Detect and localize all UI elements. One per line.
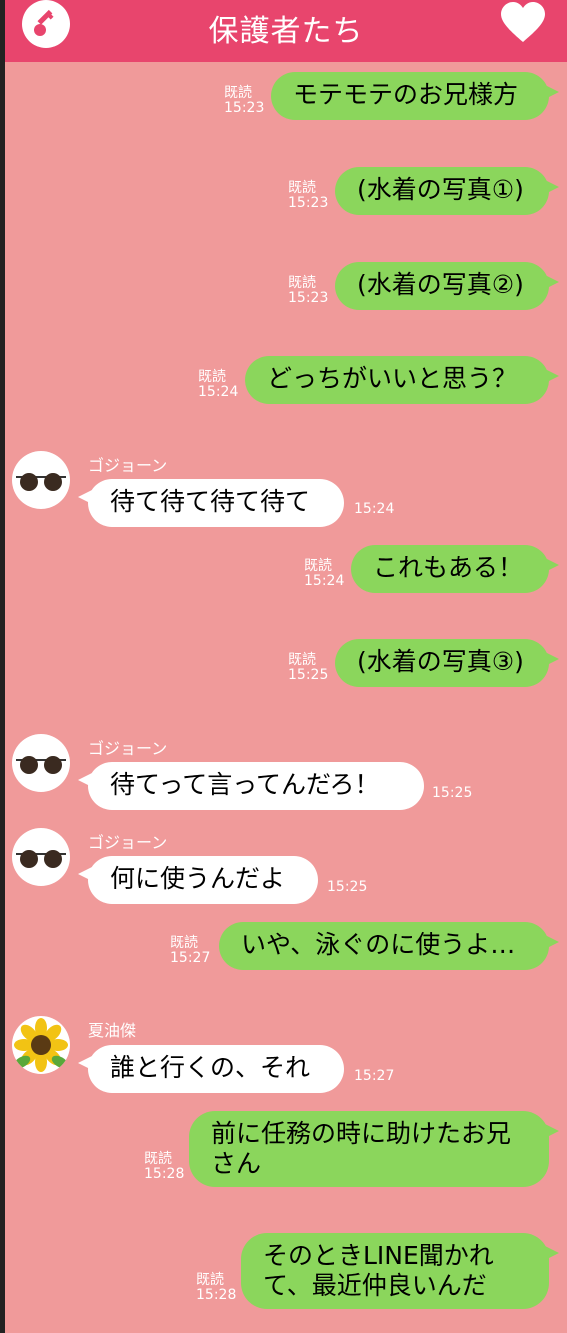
read-label: 既読 (170, 935, 198, 951)
read-label: 既読 (288, 180, 316, 196)
heart-icon (501, 2, 545, 42)
sunglasses-icon (16, 756, 66, 774)
read-label: 既読 (196, 1272, 224, 1288)
avatar[interactable] (12, 1016, 70, 1074)
message-time: 15:23 (224, 100, 265, 116)
message-time: 15:23 (288, 290, 329, 306)
message-time: 15:28 (196, 1287, 237, 1303)
read-label: 既読 (198, 369, 226, 385)
outgoing-message[interactable]: そのときLINE聞かれて、最近仲良いんだ (241, 1233, 559, 1309)
outgoing-message[interactable]: 前に任務の時に助けたお兄さん (189, 1111, 559, 1187)
read-label: 既読 (288, 652, 316, 668)
outgoing-message[interactable]: モテモテのお兄様方 (271, 72, 559, 120)
avatar[interactable] (12, 451, 70, 509)
message-time: 15:27 (170, 950, 211, 966)
outgoing-message[interactable]: どっちがいいと思う？ (245, 356, 559, 404)
sender-name: ゴジョーン (88, 833, 168, 852)
read-status: 既読 15:23 (288, 181, 328, 211)
message-time: 15:28 (144, 1166, 185, 1182)
outgoing-message[interactable]: (水着の写真①) (335, 167, 559, 215)
read-status: 既読 15:23 (288, 276, 328, 306)
heart-button[interactable] (499, 2, 547, 44)
message-time: 15:24 (198, 384, 239, 400)
read-status: 既読 15:23 (224, 86, 264, 116)
sender-name: 夏油傑 (88, 1021, 137, 1040)
outgoing-message[interactable]: これもある！ (351, 545, 559, 593)
avatar[interactable] (12, 734, 70, 792)
sunglasses-icon (16, 850, 66, 868)
message-time: 15:25 (327, 879, 368, 895)
avatar[interactable] (12, 828, 70, 886)
read-status: 既読 15:27 (170, 936, 210, 966)
incoming-message[interactable]: 何に使うんだよ (78, 856, 318, 904)
message-time: 15:25 (432, 785, 473, 801)
sender-name: ゴジョーン (88, 739, 168, 758)
read-status: 既読 15:24 (304, 559, 344, 589)
outgoing-message[interactable]: (水着の写真②) (335, 262, 559, 310)
outgoing-message[interactable]: いや、泳ぐのに使うよ… (219, 922, 559, 970)
chat-header: 保護者たち (5, 0, 567, 62)
read-label: 既読 (304, 558, 332, 574)
window-edge (0, 0, 5, 1333)
message-time: 15:24 (304, 573, 345, 589)
sender-name: ゴジョーン (88, 456, 168, 475)
message-time: 15:27 (354, 1068, 395, 1084)
read-status: 既読 15:25 (288, 653, 328, 683)
incoming-message[interactable]: 待てって言ってんだろ！ (78, 762, 424, 810)
sunflower-icon (13, 1018, 69, 1072)
message-time: 15:25 (288, 667, 329, 683)
incoming-message[interactable]: 誰と行くの、それ (78, 1045, 344, 1093)
message-time: 15:24 (354, 501, 395, 517)
sunglasses-icon (16, 473, 66, 491)
read-label: 既読 (288, 275, 316, 291)
read-status: 既読 15:28 (144, 1152, 184, 1182)
message-time: 15:23 (288, 195, 329, 211)
read-label: 既読 (144, 1151, 172, 1167)
read-label: 既読 (224, 85, 252, 101)
chat-title: 保護者たち (208, 14, 364, 49)
read-status: 既読 15:24 (198, 370, 238, 400)
outgoing-message[interactable]: (水着の写真③) (335, 639, 559, 687)
incoming-message[interactable]: 待て待て待て待て (78, 479, 344, 527)
read-status: 既読 15:28 (196, 1273, 236, 1303)
